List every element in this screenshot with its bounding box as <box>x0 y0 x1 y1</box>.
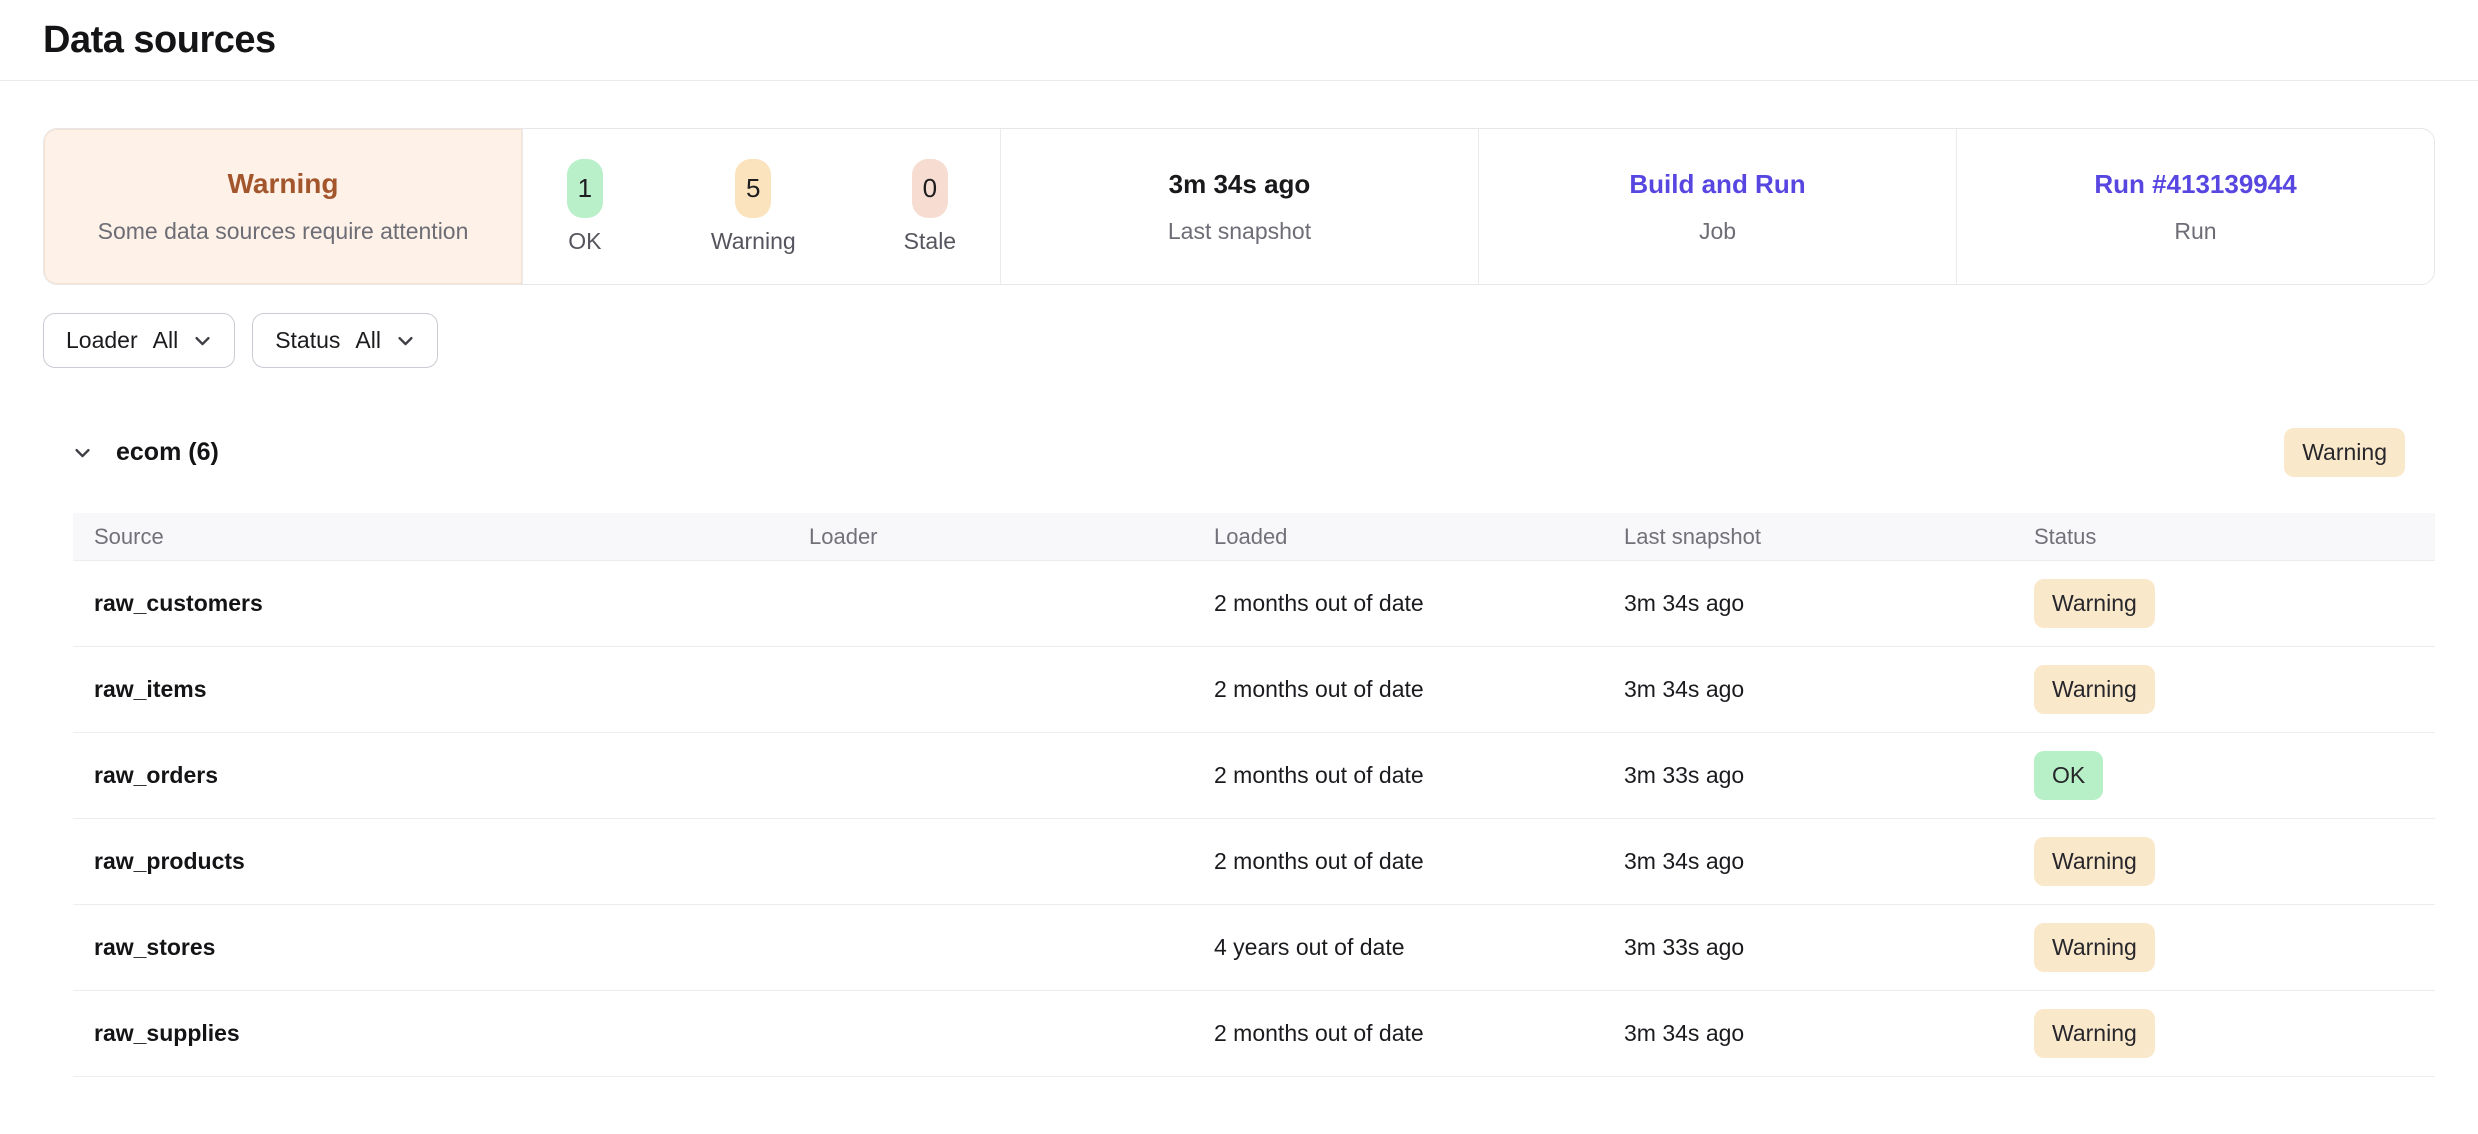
data-sources-page: Data sources Warning Some data sources r… <box>0 0 2478 1134</box>
status-badge: Warning <box>2034 1009 2155 1058</box>
overall-status-card: Warning Some data sources require attent… <box>44 129 522 284</box>
status-badge: Warning <box>2034 837 2155 886</box>
source-name: raw_supplies <box>73 1020 788 1047</box>
stale-count-pill: 0 <box>912 159 948 218</box>
loader-filter-label: Loader <box>66 327 138 354</box>
overall-status-title: Warning <box>228 168 339 200</box>
last-snapshot-cell: 3m 33s ago <box>1603 934 2013 961</box>
column-header-last-snapshot: Last snapshot <box>1603 524 2013 550</box>
table-row[interactable]: raw_supplies 2 months out of date 3m 34s… <box>73 991 2435 1077</box>
last-snapshot-cell: 3m 34s ago <box>1603 848 2013 875</box>
warning-count-pill: 5 <box>735 159 771 218</box>
table-row[interactable]: raw_items 2 months out of date 3m 34s ag… <box>73 647 2435 733</box>
chevron-down-icon <box>193 331 212 350</box>
ok-count-label: OK <box>568 228 601 255</box>
loaded-cell: 2 months out of date <box>1193 848 1603 875</box>
last-snapshot-card: 3m 34s ago Last snapshot <box>1000 129 1478 284</box>
table-header-row: Source Loader Loaded Last snapshot Statu… <box>73 513 2435 561</box>
ok-count-pill: 1 <box>567 159 603 218</box>
table-row[interactable]: raw_products 2 months out of date 3m 34s… <box>73 819 2435 905</box>
job-label: Job <box>1699 218 1736 245</box>
filters-bar: Loader All Status All <box>43 313 2435 368</box>
run-card: Run #413139944 Run <box>1956 129 2434 284</box>
status-filter-label: Status <box>275 327 340 354</box>
group-name: ecom (6) <box>116 438 219 467</box>
job-link[interactable]: Build and Run <box>1629 169 1805 200</box>
sources-table: Source Loader Loaded Last snapshot Statu… <box>73 513 2435 1077</box>
group-status-badge: Warning <box>2284 428 2405 477</box>
stale-count-label: Stale <box>904 228 956 255</box>
last-snapshot-cell: 3m 34s ago <box>1603 1020 2013 1047</box>
page-header: Data sources <box>0 0 2478 81</box>
overall-status-subtitle: Some data sources require attention <box>98 218 469 245</box>
source-name: raw_orders <box>73 762 788 789</box>
source-name: raw_items <box>73 676 788 703</box>
chevron-down-icon <box>73 443 92 462</box>
status-filter-value: All <box>355 327 381 354</box>
last-snapshot-cell: 3m 34s ago <box>1603 590 2013 617</box>
summary-cards: Warning Some data sources require attent… <box>43 128 2435 285</box>
group-collapse-toggle[interactable] <box>73 443 92 462</box>
loader-filter-value: All <box>153 327 179 354</box>
job-card: Build and Run Job <box>1478 129 1956 284</box>
status-badge: Warning <box>2034 923 2155 972</box>
status-badge: OK <box>2034 751 2103 800</box>
run-link[interactable]: Run #413139944 <box>2094 169 2296 200</box>
count-warning: 5 Warning <box>711 159 796 255</box>
loaded-cell: 2 months out of date <box>1193 590 1603 617</box>
source-name: raw_products <box>73 848 788 875</box>
status-counts-card: 1 OK 5 Warning 0 Stale <box>522 129 1000 284</box>
loader-filter-dropdown[interactable]: Loader All <box>43 313 235 368</box>
status-filter-dropdown[interactable]: Status All <box>252 313 438 368</box>
last-snapshot-cell: 3m 33s ago <box>1603 762 2013 789</box>
source-name: raw_customers <box>73 590 788 617</box>
column-header-status: Status <box>2013 524 2435 550</box>
count-stale: 0 Stale <box>904 159 956 255</box>
column-header-source: Source <box>73 524 788 550</box>
chevron-down-icon <box>396 331 415 350</box>
page-title: Data sources <box>43 19 276 62</box>
last-snapshot-value: 3m 34s ago <box>1169 169 1311 200</box>
loaded-cell: 2 months out of date <box>1193 1020 1603 1047</box>
group-header-ecom[interactable]: ecom (6) Warning <box>73 428 2405 477</box>
count-ok: 1 OK <box>567 159 603 255</box>
column-header-loaded: Loaded <box>1193 524 1603 550</box>
source-name: raw_stores <box>73 934 788 961</box>
last-snapshot-label: Last snapshot <box>1168 218 1311 245</box>
table-row[interactable]: raw_orders 2 months out of date 3m 33s a… <box>73 733 2435 819</box>
last-snapshot-cell: 3m 34s ago <box>1603 676 2013 703</box>
column-header-loader: Loader <box>788 524 1193 550</box>
run-label: Run <box>2174 218 2216 245</box>
table-row[interactable]: raw_stores 4 years out of date 3m 33s ag… <box>73 905 2435 991</box>
loaded-cell: 2 months out of date <box>1193 762 1603 789</box>
status-badge: Warning <box>2034 665 2155 714</box>
table-row[interactable]: raw_customers 2 months out of date 3m 34… <box>73 561 2435 647</box>
loaded-cell: 4 years out of date <box>1193 934 1603 961</box>
loaded-cell: 2 months out of date <box>1193 676 1603 703</box>
warning-count-label: Warning <box>711 228 796 255</box>
status-badge: Warning <box>2034 579 2155 628</box>
